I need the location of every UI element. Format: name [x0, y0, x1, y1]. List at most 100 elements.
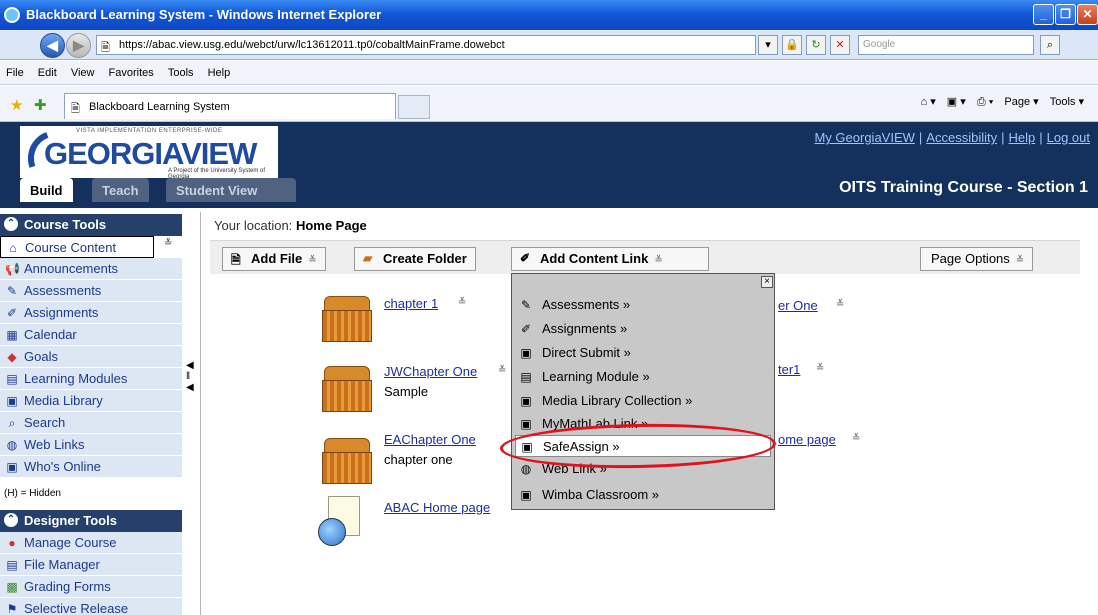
menu-item-label: Assessments »: [542, 297, 631, 312]
item-menu-icon[interactable]: ≚: [852, 433, 860, 444]
nav-announcements[interactable]: 📢 Announcements: [0, 258, 182, 280]
new-tab-button[interactable]: [398, 95, 430, 119]
link-my-georgiaview[interactable]: My GeorgiaVIEW: [814, 130, 914, 145]
course-content-menu-icon[interactable]: ≚: [158, 236, 182, 258]
minimize-button[interactable]: _: [1033, 4, 1054, 25]
nav-grading-forms[interactable]: ▩ Grading Forms: [0, 576, 182, 598]
designer-tools-heading[interactable]: ⌃ Designer Tools: [0, 510, 182, 532]
menu-tools[interactable]: Tools: [162, 61, 199, 79]
search-icon: ⌕: [8, 416, 16, 430]
nav-calendar[interactable]: ▦ Calendar: [0, 324, 182, 346]
nav-collapse-handle[interactable]: ◀ ‖ ◀: [186, 360, 194, 408]
tab-page-icon: 🗎: [71, 103, 80, 115]
course-tools-heading[interactable]: ⌃ Course Tools: [0, 214, 182, 236]
item-chapter-1[interactable]: chapter 1: [384, 296, 438, 311]
tab-teach[interactable]: Teach: [92, 178, 149, 202]
add-file-button[interactable]: 🗎 Add File ≚: [222, 247, 326, 271]
maximize-button[interactable]: ❐: [1055, 4, 1076, 25]
window-title: Blackboard Learning System - Windows Int…: [26, 7, 382, 22]
menu-item-assignments[interactable]: ✐ Assignments »: [515, 318, 771, 340]
course-title: OITS Training Course - Section 1: [839, 179, 1088, 196]
page-menu[interactable]: Page ▾: [1004, 96, 1038, 108]
nav-label: Grading Forms: [24, 579, 111, 594]
assessment-icon: ✎: [520, 298, 532, 312]
stop-button[interactable]: ✕: [830, 35, 850, 55]
menu-item-label: Learning Module »: [542, 369, 650, 384]
menu-item-wimba-classroom[interactable]: ▣ Wimba Classroom »: [515, 484, 771, 506]
search-icon[interactable]: ⌕: [1040, 35, 1060, 55]
item-right-three[interactable]: ome page: [778, 432, 836, 447]
url-field[interactable]: 🗎 https://abac.view.usg.edu/webct/urw/lc…: [96, 35, 756, 55]
dropdown-arrow-icon: ≚: [308, 255, 317, 266]
folder-icon[interactable]: [322, 296, 372, 342]
window-titlebar: Blackboard Learning System - Windows Int…: [0, 0, 1098, 30]
nav-search[interactable]: ⌕ Search: [0, 412, 182, 434]
browser-tab[interactable]: 🗎 Blackboard Learning System: [64, 93, 396, 119]
nav-file-manager[interactable]: ▤ File Manager: [0, 554, 182, 576]
course-tools-title: Course Tools: [24, 217, 107, 232]
item-jwchapter-one[interactable]: JWChapter One: [384, 364, 477, 379]
media-icon: ▣: [6, 394, 18, 408]
menu-edit[interactable]: Edit: [32, 61, 62, 79]
nav-selective-release[interactable]: ⚑ Selective Release: [0, 598, 182, 615]
item-menu-icon[interactable]: ≚: [458, 297, 466, 308]
module-icon: ▤: [520, 370, 532, 384]
lock-icon[interactable]: 🔒: [782, 35, 802, 55]
nav-media-library[interactable]: ▣ Media Library: [0, 390, 182, 412]
item-menu-icon[interactable]: ≚: [498, 365, 506, 376]
link-help[interactable]: Help: [1008, 130, 1035, 145]
page-options-button[interactable]: Page Options ≚: [920, 247, 1034, 271]
item-description: Sample: [384, 384, 429, 399]
nav-course-content[interactable]: ⌂ Course Content: [0, 236, 154, 258]
refresh-button[interactable]: ↻: [806, 35, 826, 55]
menu-item-learning-module[interactable]: ▤ Learning Module »: [515, 366, 771, 388]
item-menu-icon[interactable]: ≚: [836, 299, 844, 310]
nav-learning-modules[interactable]: ▤ Learning Modules: [0, 368, 182, 390]
folder-icon[interactable]: [322, 438, 372, 484]
collapse-chevron-icon[interactable]: ⌃: [4, 513, 18, 527]
web-link-globe-icon[interactable]: [318, 496, 362, 548]
print-icon[interactable]: ⎙ ▾: [977, 96, 993, 108]
menu-file[interactable]: File: [0, 61, 29, 79]
nav-web-links[interactable]: ◍ Web Links: [0, 434, 182, 456]
menu-item-direct-submit[interactable]: ▣ Direct Submit »: [515, 342, 771, 364]
add-favorites-icon[interactable]: ✚: [34, 96, 47, 114]
nav-manage-course[interactable]: ● Manage Course: [0, 532, 182, 554]
tools-menu[interactable]: Tools ▾: [1050, 96, 1084, 108]
nav-assessments[interactable]: ✎ Assessments: [0, 280, 182, 302]
nav-assignments[interactable]: ✐ Assignments: [0, 302, 182, 324]
feeds-icon[interactable]: ▣ ▾: [947, 96, 966, 108]
close-icon[interactable]: ×: [761, 276, 773, 288]
item-menu-icon[interactable]: ≚: [816, 363, 824, 374]
breadcrumb: Your location: Home Page: [214, 218, 367, 233]
add-content-link-button[interactable]: ✐ Add Content Link ≚: [511, 247, 709, 271]
item-right-two[interactable]: ter1: [778, 362, 800, 377]
search-input[interactable]: Google: [858, 35, 1034, 55]
link-logout[interactable]: Log out: [1047, 130, 1090, 145]
forward-button[interactable]: ▶: [66, 33, 91, 58]
item-right-one[interactable]: er One: [778, 298, 818, 313]
menu-help[interactable]: Help: [202, 61, 236, 79]
create-folder-button[interactable]: ▰ Create Folder: [354, 247, 476, 271]
direct-submit-icon: ▣: [520, 346, 532, 360]
back-button[interactable]: ◀: [40, 33, 65, 58]
tab-build[interactable]: Build: [20, 178, 73, 202]
favorites-star-icon[interactable]: ★: [10, 96, 23, 114]
tab-student-view[interactable]: Student View: [166, 178, 296, 202]
item-eachapter-one[interactable]: EAChapter One: [384, 432, 476, 447]
link-accessibility[interactable]: Accessibility: [926, 130, 997, 145]
menu-item-media-library-collection[interactable]: ▣ Media Library Collection »: [515, 390, 771, 412]
file-manager-icon: ▤: [6, 558, 18, 572]
home-icon[interactable]: ⌂ ▾: [921, 96, 936, 108]
close-button[interactable]: ✕: [1077, 4, 1098, 25]
url-dropdown-button[interactable]: ▾: [758, 35, 778, 55]
folder-icon[interactable]: [322, 366, 372, 412]
nav-whos-online[interactable]: ▣ Who's Online: [0, 456, 182, 478]
menu-view[interactable]: View: [65, 61, 100, 79]
menu-item-assessments[interactable]: ✎ Assessments »: [515, 294, 771, 316]
item-abac-home-page[interactable]: ABAC Home page: [384, 500, 490, 515]
nav-goals[interactable]: ◆ Goals: [0, 346, 182, 368]
menu-favorites[interactable]: Favorites: [103, 61, 159, 79]
collapse-chevron-icon[interactable]: ⌃: [4, 217, 18, 231]
location-value: Home Page: [295, 218, 367, 233]
